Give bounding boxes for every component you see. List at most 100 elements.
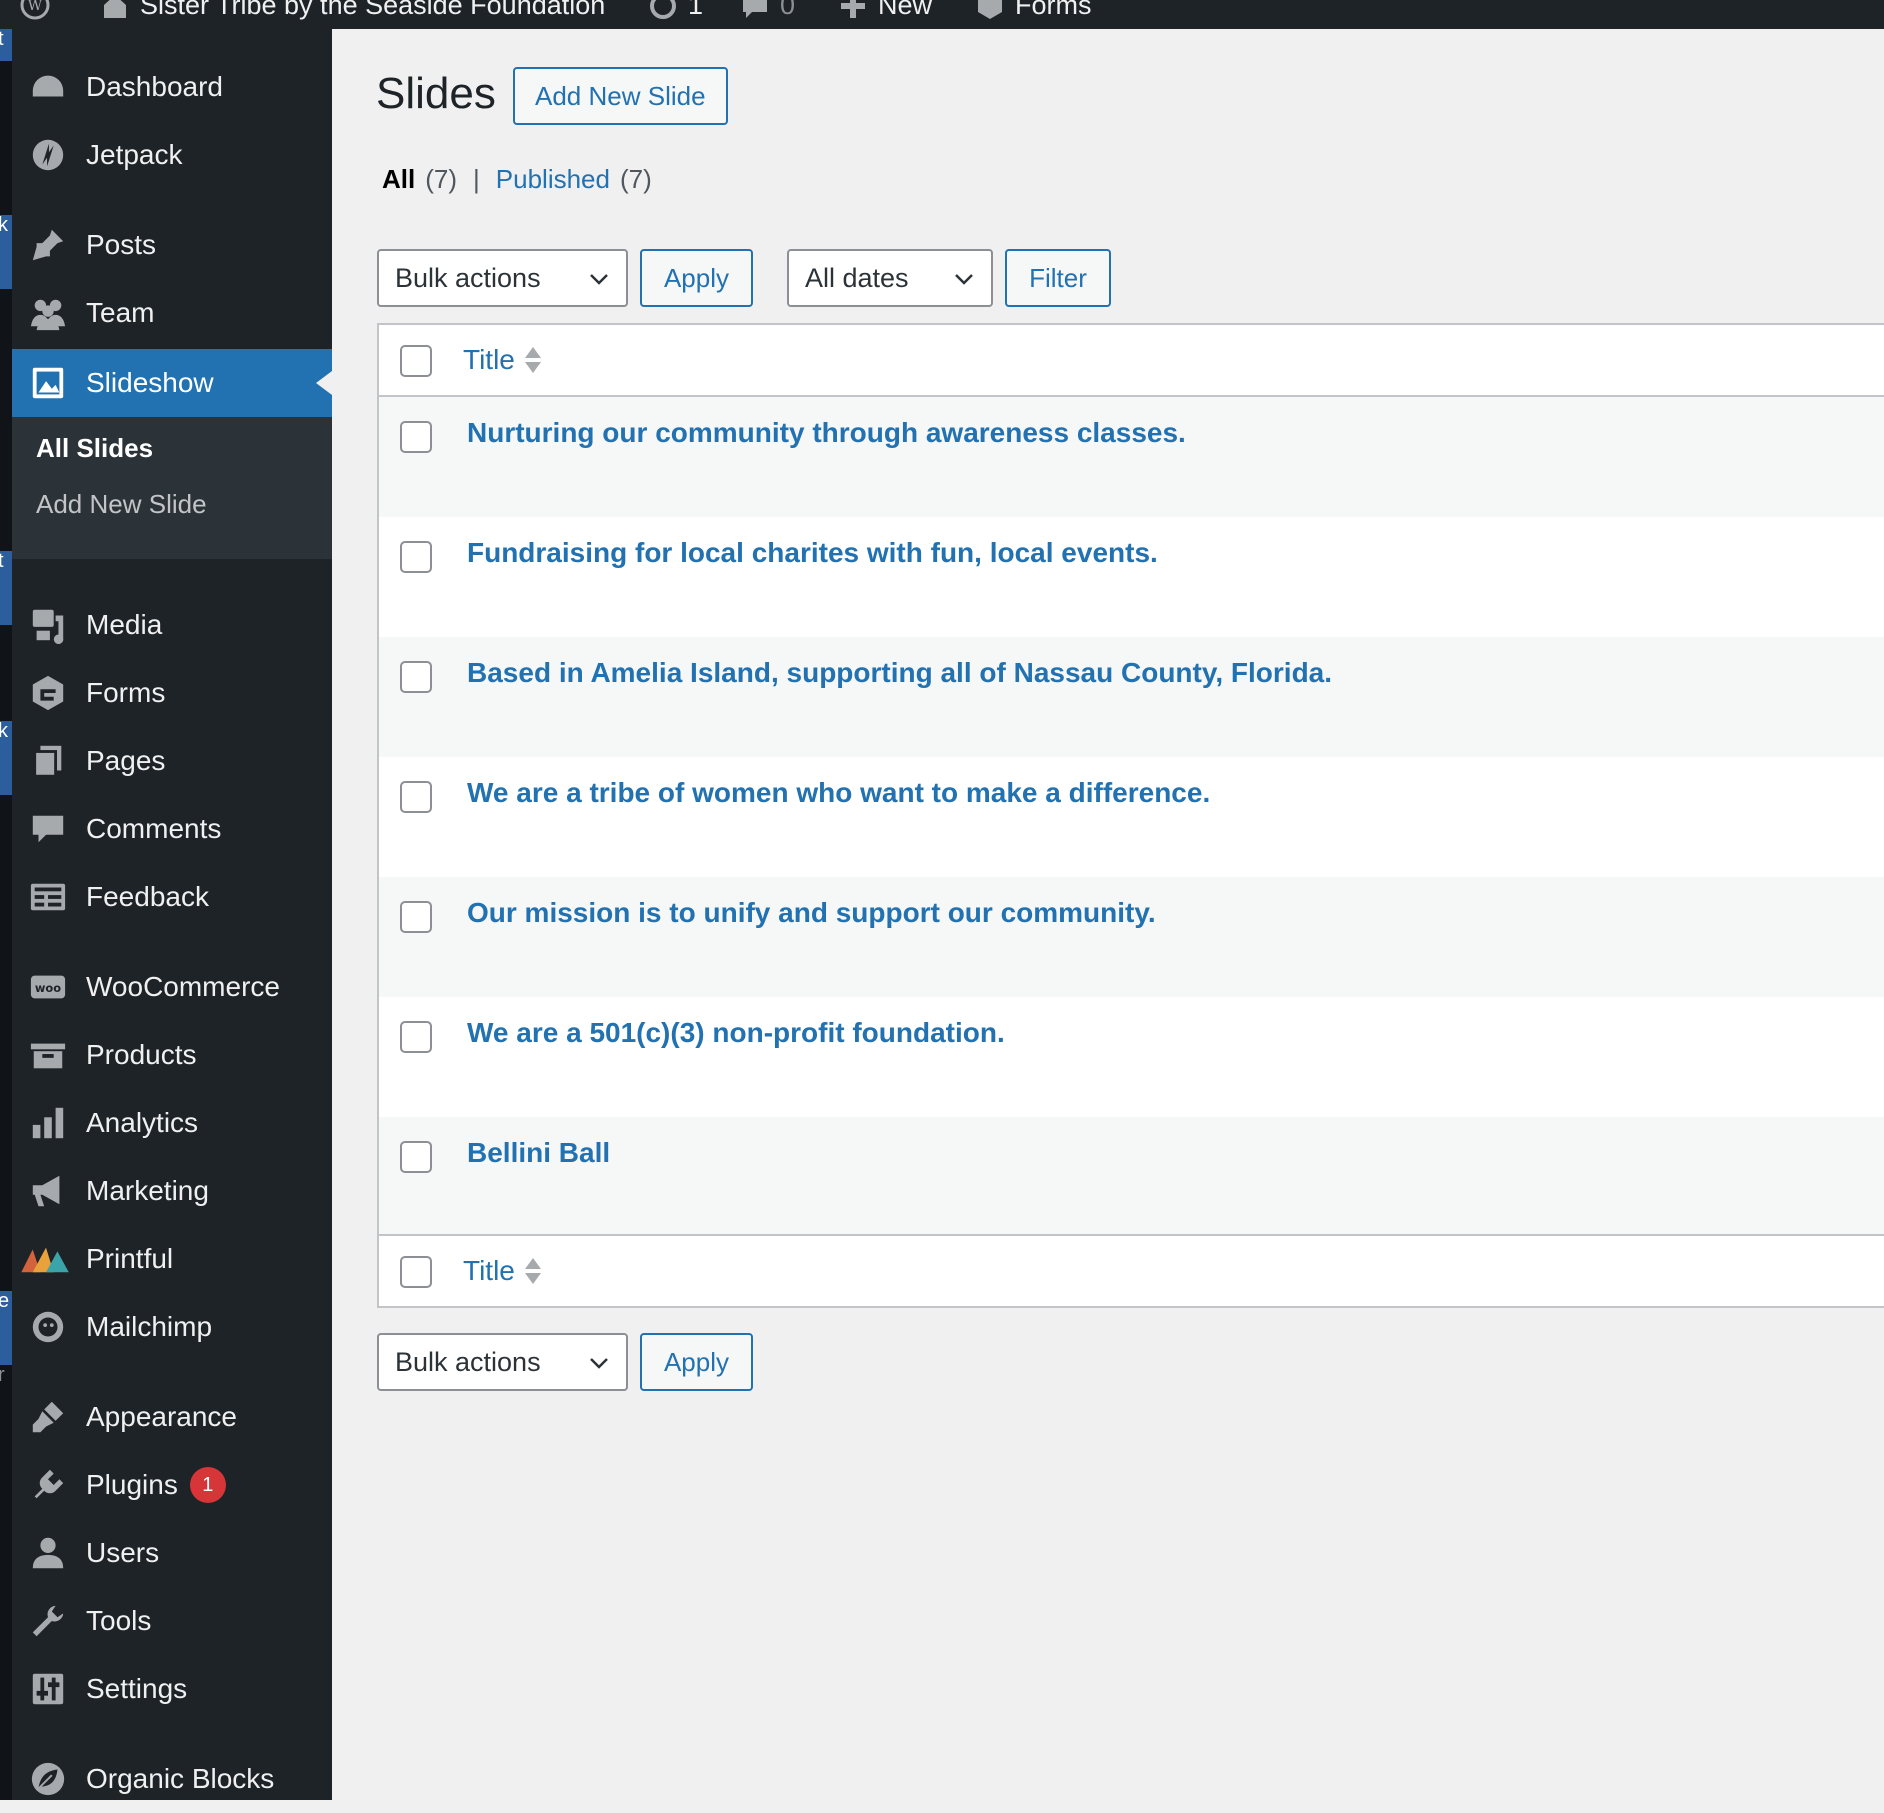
menu-label: Settings [86,1673,188,1704]
row-checkbox[interactable] [400,421,432,453]
slides-table: Title Nurturing our community through aw… [377,323,1884,1308]
menu-label: Media [86,609,163,640]
menu-item-plugins[interactable]: Plugins 1 [12,1451,332,1519]
table-row: We are a 501(c)(3) non-profit foundation… [379,997,1884,1117]
new-content-link[interactable]: New [838,0,932,21]
site-name: Sister Tribe by the Seaside Foundation [140,0,606,20]
menu-label: Organic Blocks [86,1763,275,1794]
menu-item-products[interactable]: Products [12,1021,332,1089]
date-filter-select[interactable]: All dates [787,249,993,307]
woo-icon: woo [28,967,68,1007]
slide-title-link[interactable]: Bellini Ball [467,1137,610,1169]
wordpress-logo-icon[interactable]: W [20,0,50,20]
menu-item-forms[interactable]: Forms [12,659,332,727]
row-checkbox[interactable] [400,1141,432,1173]
edge-tab: k [0,215,12,289]
feedback-icon [28,877,68,917]
slide-title-link[interactable]: Our mission is to unify and support our … [467,897,1156,929]
menu-item-analytics[interactable]: Analytics [12,1089,332,1157]
edge-tab: e [0,1291,12,1365]
submenu-all-slides[interactable]: All Slides [36,433,153,464]
menu-item-slideshow[interactable]: Slideshow [12,349,332,417]
menu-item-organic-blocks[interactable]: Organic Blocks [12,1745,332,1813]
slide-title-link[interactable]: Nurturing our community through awarenes… [467,417,1186,449]
chevron-down-icon [590,274,608,285]
add-new-slide-button[interactable]: Add New Slide [513,67,728,125]
table-row: Fundraising for local charites with fun,… [379,517,1884,637]
menu-label: Products [86,1039,197,1070]
menu-item-mailchimp[interactable]: Mailchimp [12,1293,332,1361]
dashboard-icon [28,67,68,107]
comments-icon [28,809,68,849]
menu-label: Dashboard [86,71,223,102]
title-column-label: Title [463,1255,515,1286]
bulk-actions-select-top[interactable]: Bulk actions [377,249,628,307]
slide-title-link[interactable]: Based in Amelia Island, supporting all o… [467,657,1332,689]
title-column-footer[interactable]: Title [463,1255,541,1287]
analytics-icon [28,1103,68,1143]
status-filter-links: All (7) | Published (7) [382,164,652,195]
edge-tab: t [0,551,12,625]
menu-item-jetpack[interactable]: Jetpack [12,121,332,189]
select-all-checkbox[interactable] [400,345,432,377]
menu-item-comments[interactable]: Comments [12,795,332,863]
apply-button-top[interactable]: Apply [640,249,753,307]
menu-item-posts[interactable]: Posts [12,211,332,279]
slideshow-icon [28,363,68,403]
wrench-icon [28,1601,68,1641]
menu-item-appearance[interactable]: Appearance [12,1383,332,1451]
apply-button-bottom[interactable]: Apply [640,1333,753,1391]
date-filter-value: All dates [805,262,909,293]
plugin-icon [28,1465,68,1505]
row-checkbox[interactable] [400,901,432,933]
menu-label: Forms [86,677,166,708]
slide-title-link[interactable]: We are a tribe of women who want to make… [467,777,1210,809]
sort-icon [524,347,541,373]
menu-item-tools[interactable]: Tools [12,1587,332,1655]
filter-published[interactable]: Published [496,164,610,195]
settings-icon [28,1669,68,1709]
filter-all[interactable]: All [382,164,415,195]
menu-label: Mailchimp [86,1311,213,1342]
row-checkbox[interactable] [400,1021,432,1053]
menu-label: Posts [86,229,157,260]
menu-item-dashboard[interactable]: Dashboard [12,53,332,121]
menu-item-printful[interactable]: Printful [12,1225,332,1293]
menu-item-feedback[interactable]: Feedback [12,863,332,931]
submenu-add-new-slide[interactable]: Add New Slide [36,489,207,520]
forms-link[interactable]: Forms [975,0,1092,21]
row-checkbox[interactable] [400,661,432,693]
site-name-link[interactable]: Sister Tribe by the Seaside Foundation [100,0,605,21]
bulk-actions-value: Bulk actions [395,262,541,293]
comments-link[interactable]: 0 [740,0,795,21]
forms-icon [28,673,68,713]
table-row: Based in Amelia Island, supporting all o… [379,637,1884,757]
menu-item-team[interactable]: Team [12,279,332,347]
menu-label: Marketing [86,1175,209,1206]
menu-item-pages[interactable]: Pages [12,727,332,795]
row-checkbox[interactable] [400,541,432,573]
title-column-label: Title [463,344,515,375]
slide-title-link[interactable]: We are a 501(c)(3) non-profit foundation… [467,1017,1005,1049]
page-title: Slides [376,69,496,118]
select-all-checkbox-bottom[interactable] [400,1256,432,1288]
menu-item-marketing[interactable]: Marketing [12,1157,332,1225]
title-column-header[interactable]: Title [463,344,541,376]
updates-link[interactable]: 1 [648,0,703,21]
svg-text:woo: woo [35,981,61,995]
menu-label: Appearance [86,1401,238,1432]
menu-label: Printful [86,1243,174,1274]
menu-item-woocommerce[interactable]: woo WooCommerce [12,953,332,1021]
plugins-update-badge: 1 [189,1467,226,1503]
menu-item-media[interactable]: Media [12,591,332,659]
slide-title-link[interactable]: Fundraising for local charites with fun,… [467,537,1158,569]
filter-all-count: (7) [425,164,458,194]
menu-item-settings[interactable]: Settings [12,1655,332,1723]
menu-item-users[interactable]: Users [12,1519,332,1587]
row-checkbox[interactable] [400,781,432,813]
filter-button[interactable]: Filter [1005,249,1111,307]
left-edge-strip: t k t k e r [0,29,12,1800]
user-icon [28,1533,68,1573]
leaf-icon [28,1759,68,1799]
bulk-actions-select-bottom[interactable]: Bulk actions [377,1333,628,1391]
